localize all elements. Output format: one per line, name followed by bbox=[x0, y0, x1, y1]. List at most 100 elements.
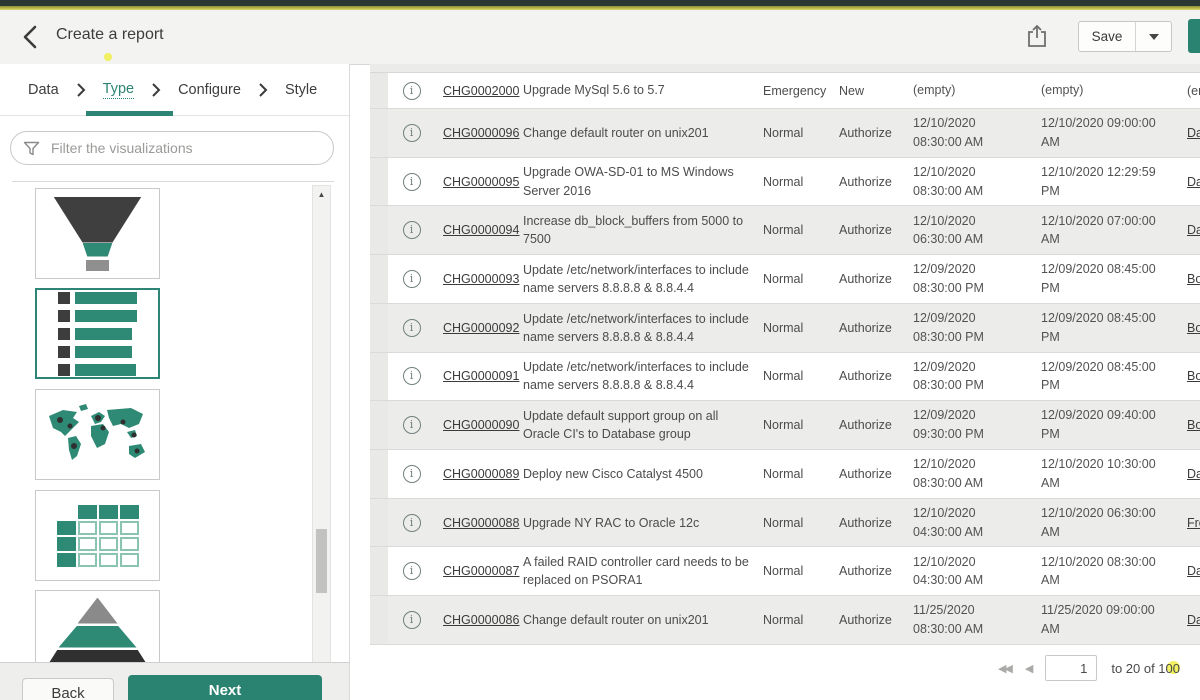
table-row: i CHG0000091 Update /etc/network/interfa… bbox=[370, 353, 1200, 402]
scrollbar-thumb[interactable] bbox=[316, 529, 327, 593]
back-button[interactable] bbox=[18, 23, 44, 51]
save-split-button: Save bbox=[1078, 21, 1172, 52]
state-value: Authorize bbox=[839, 369, 913, 383]
state-value: Authorize bbox=[839, 272, 913, 286]
state-value: New bbox=[839, 84, 913, 98]
table-row-partial bbox=[370, 64, 1200, 73]
planned-end-date: 12/10/2020 07:00:00 AM bbox=[1041, 212, 1181, 250]
info-icon[interactable]: i bbox=[403, 465, 421, 483]
planned-start-date: 12/09/2020 08:30:00 PM bbox=[913, 358, 1041, 396]
assigned-to-link[interactable]: Dav bbox=[1187, 223, 1200, 237]
row-edge bbox=[370, 499, 388, 547]
heatmap-icon bbox=[57, 505, 139, 567]
table-row: i CHG0000093 Update /etc/network/interfa… bbox=[370, 255, 1200, 304]
save-button[interactable]: Save bbox=[1079, 22, 1135, 51]
step-type[interactable]: Type bbox=[103, 81, 134, 99]
info-icon[interactable]: i bbox=[403, 221, 421, 239]
change-number-link[interactable]: CHG0002000 bbox=[443, 84, 519, 98]
wizard-footer: Back Next bbox=[0, 662, 350, 700]
state-value: Authorize bbox=[839, 175, 913, 189]
row-edge bbox=[370, 596, 388, 644]
run-button-partial[interactable] bbox=[1188, 19, 1200, 53]
info-icon[interactable]: i bbox=[403, 514, 421, 532]
change-number-link[interactable]: CHG0000096 bbox=[443, 126, 519, 140]
table-row: i CHG0000088 Upgrade NY RAC to Oracle 12… bbox=[370, 499, 1200, 548]
planned-end-date: 11/25/2020 09:00:00 AM bbox=[1041, 601, 1181, 639]
change-number-link[interactable]: CHG0000087 bbox=[443, 564, 519, 578]
change-number-link[interactable]: CHG0000091 bbox=[443, 369, 519, 383]
viz-thumb-heatmap[interactable] bbox=[35, 490, 160, 581]
page-number-input[interactable] bbox=[1045, 655, 1097, 681]
viz-thumb-map[interactable] bbox=[35, 389, 160, 480]
filter-input[interactable] bbox=[49, 139, 333, 157]
table-row: i CHG0000094 Increase db_block_buffers f… bbox=[370, 206, 1200, 255]
info-icon[interactable]: i bbox=[403, 319, 421, 337]
info-icon[interactable]: i bbox=[403, 173, 421, 191]
state-value: Authorize bbox=[839, 516, 913, 530]
share-button[interactable] bbox=[1026, 23, 1052, 51]
short-description: Update /etc/network/interfaces to includ… bbox=[523, 358, 763, 394]
viz-thumb-list[interactable] bbox=[35, 288, 160, 379]
short-description: Upgrade OWA-SD-01 to MS Windows Server 2… bbox=[523, 163, 763, 199]
assigned-to-link[interactable]: Dav bbox=[1187, 175, 1200, 189]
assigned-to-link[interactable]: Dav bbox=[1187, 613, 1200, 627]
info-icon[interactable]: i bbox=[403, 270, 421, 288]
planned-end-date: 12/09/2020 08:45:00 PM bbox=[1041, 358, 1181, 396]
funnel-chart-icon bbox=[54, 197, 142, 271]
planned-start-date: (empty) bbox=[913, 81, 1041, 100]
priority-value: Normal bbox=[763, 418, 839, 432]
assigned-to-link[interactable]: Bow bbox=[1187, 272, 1200, 286]
info-icon[interactable]: i bbox=[403, 124, 421, 142]
scroll-up-icon[interactable]: ▲ bbox=[313, 190, 330, 199]
assigned-to-link[interactable]: Fre bbox=[1187, 516, 1200, 530]
planned-end-date: 12/09/2020 08:45:00 PM bbox=[1041, 309, 1181, 347]
change-number-link[interactable]: CHG0000092 bbox=[443, 321, 519, 335]
back-step-button[interactable]: Back bbox=[22, 678, 114, 700]
assigned-to-link[interactable]: Dav bbox=[1187, 467, 1200, 481]
table-row: i CHG0000089 Deploy new Cisco Catalyst 4… bbox=[370, 450, 1200, 499]
viz-list-scrollbar[interactable]: ▲ ▼ bbox=[312, 185, 331, 700]
row-edge bbox=[370, 73, 388, 108]
planned-start-date: 12/09/2020 08:30:00 PM bbox=[913, 309, 1041, 347]
save-menu-button[interactable] bbox=[1135, 22, 1171, 51]
change-number-link[interactable]: CHG0000094 bbox=[443, 223, 519, 237]
assigned-to-link[interactable]: Bow bbox=[1187, 369, 1200, 383]
short-description: Upgrade NY RAC to Oracle 12c bbox=[523, 514, 763, 532]
info-icon[interactable]: i bbox=[403, 562, 421, 580]
pagination-range-text: to 20 of 100 bbox=[1111, 661, 1180, 676]
info-icon[interactable]: i bbox=[403, 367, 421, 385]
assigned-to-link[interactable]: Bow bbox=[1187, 418, 1200, 432]
planned-end-date: 12/10/2020 10:30:00 AM bbox=[1041, 455, 1181, 493]
table-row: i CHG0000090 Update default support grou… bbox=[370, 401, 1200, 450]
info-icon[interactable]: i bbox=[403, 611, 421, 629]
world-map-icon bbox=[43, 402, 153, 468]
chevron-left-icon bbox=[18, 23, 44, 51]
change-number-link[interactable]: CHG0000090 bbox=[443, 418, 519, 432]
change-number-link[interactable]: CHG0000088 bbox=[443, 516, 519, 530]
next-step-button[interactable]: Next bbox=[128, 675, 322, 700]
chevron-down-icon bbox=[1149, 34, 1159, 40]
step-style[interactable]: Style bbox=[285, 82, 317, 98]
change-number-link[interactable]: CHG0000095 bbox=[443, 175, 519, 189]
step-configure[interactable]: Configure bbox=[178, 82, 241, 98]
previous-page-icon[interactable]: ◀ bbox=[1025, 662, 1031, 675]
step-data[interactable]: Data bbox=[28, 82, 59, 98]
assigned-to-link[interactable]: Bow bbox=[1187, 321, 1200, 335]
assigned-to-link[interactable]: Dav bbox=[1187, 564, 1200, 578]
planned-end-date: 12/10/2020 08:30:00 AM bbox=[1041, 553, 1181, 591]
funnel-filter-icon bbox=[23, 140, 40, 157]
assigned-to-link[interactable]: Dav bbox=[1187, 126, 1200, 140]
planned-start-date: 12/10/2020 08:30:00 AM bbox=[913, 455, 1041, 493]
info-icon[interactable]: i bbox=[403, 416, 421, 434]
info-icon[interactable]: i bbox=[403, 82, 421, 100]
priority-value: Normal bbox=[763, 272, 839, 286]
report-type-panel: Data Type Configure Style bbox=[0, 64, 350, 662]
change-number-link[interactable]: CHG0000086 bbox=[443, 613, 519, 627]
short-description: Change default router on unix201 bbox=[523, 124, 763, 142]
priority-value: Normal bbox=[763, 369, 839, 383]
change-number-link[interactable]: CHG0000089 bbox=[443, 467, 519, 481]
viz-thumb-funnel[interactable] bbox=[35, 188, 160, 279]
row-edge bbox=[370, 304, 388, 352]
first-page-icon[interactable]: ◀◀ bbox=[998, 662, 1011, 675]
change-number-link[interactable]: CHG0000093 bbox=[443, 272, 519, 286]
